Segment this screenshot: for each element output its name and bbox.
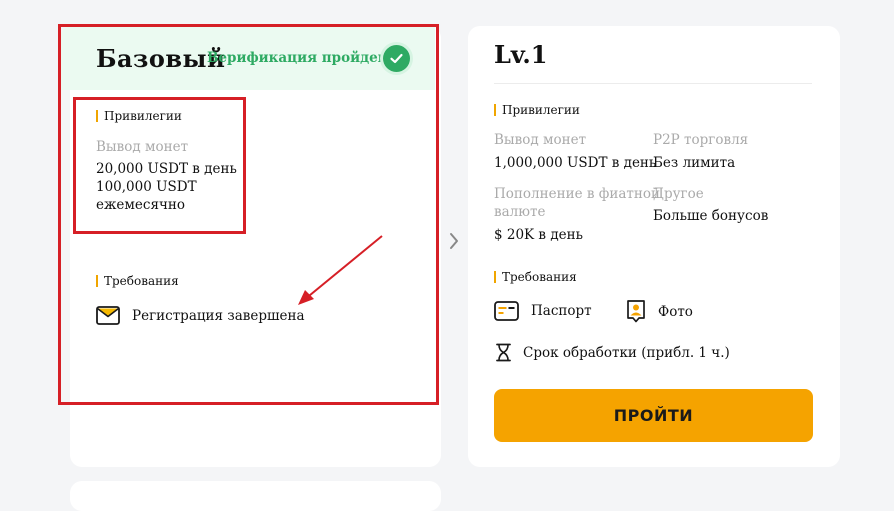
chevron-right-icon (450, 233, 458, 249)
envelope-icon (96, 306, 120, 325)
requirement-registration-label: Регистрация завершена (132, 307, 305, 324)
lv1-withdraw-value: 1,000,000 USDT в день (494, 155, 657, 171)
verification-status-text: Верификация пройдена (207, 50, 397, 66)
annotation-arrow-icon (298, 235, 383, 305)
check-icon (383, 45, 410, 72)
portrait-photo-icon (627, 300, 645, 323)
lv1-divider (494, 83, 812, 84)
requirement-photo: Фото (626, 300, 693, 323)
requirement-photo-label: Фото (658, 303, 693, 320)
basic-withdraw-label: Вывод монет (96, 139, 189, 155)
lv1-p2p-label: P2P торговля (653, 132, 749, 148)
basic-requirements-label: Требования (96, 275, 179, 287)
id-card-icon (494, 301, 519, 321)
requirement-registration: Регистрация завершена (96, 306, 305, 325)
requirement-passport-label: Паспорт (531, 303, 592, 319)
basic-privileges-label: Привилегии (96, 110, 182, 122)
lv1-fiat-value: $ 20K в день (494, 227, 583, 243)
start-verification-button[interactable]: ПРОЙТИ (494, 389, 813, 442)
basic-withdraw-daily: 20,000 USDT в день (96, 161, 237, 177)
lv1-p2p-value: Без лимита (653, 155, 736, 171)
requirement-passport: Паспорт (494, 301, 592, 321)
processing-time: Срок обработки (прибл. 1 ч.) (496, 343, 730, 362)
lv1-other-label: Другое (653, 186, 704, 202)
lv1-other-value: Больше бонусов (653, 208, 769, 224)
next-card-partial (70, 481, 441, 511)
processing-time-label: Срок обработки (прибл. 1 ч.) (523, 344, 730, 361)
basic-withdraw-monthly-period: ежемесячно (96, 197, 186, 213)
lv1-fiat-label-line2: валюте (494, 204, 546, 220)
lv1-privileges-label: Привилегии (494, 104, 580, 116)
lv1-requirements-label: Требования (494, 271, 577, 283)
lv1-title: Lv.1 (494, 40, 548, 69)
lv1-fiat-label-line1: Пополнение в фиатной (494, 186, 660, 202)
basic-level-title: Базовый (96, 44, 226, 73)
hourglass-icon (496, 343, 511, 362)
lv1-withdraw-label: Вывод монет (494, 132, 587, 148)
basic-withdraw-monthly-amount: 100,000 USDT (96, 179, 197, 195)
